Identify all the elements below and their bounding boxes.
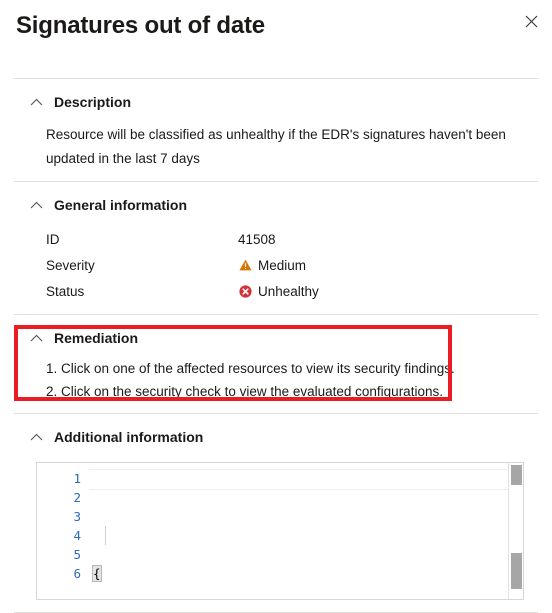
code-line-number-gutter: 1 2 3 4 5 6 [37,463,89,599]
info-value-id: 41508 [238,232,276,247]
scrollbar-thumb-top[interactable] [511,465,522,485]
info-value-status-text: Unhealthy [258,283,319,299]
code-line-1: { [92,564,523,583]
chevron-up-icon[interactable] [27,196,45,214]
general-information-grid: ID 41508 Severity Medium Status Unhealth… [46,220,524,314]
chevron-up-icon[interactable] [27,428,45,446]
panel-header: Signatures out of date [0,0,552,78]
section-body-description: Resource will be classified as unhealthy… [14,117,538,181]
info-value-severity-text: Medium [258,257,307,273]
info-row-status: Status Unhealthy [46,278,524,304]
remediation-step-2: 2. Click on the security check to view t… [46,384,443,399]
code-content[interactable]: { "assessedResourceType": "GeneralVulner… [89,463,523,599]
chevron-up-icon[interactable] [27,93,45,111]
section-additional-information: Additional information 1 2 3 4 5 6 { "as… [0,414,552,600]
line-number: 5 [73,547,81,562]
info-row-id: ID 41508 [46,226,524,252]
section-title-remediation: Remediation [54,330,139,346]
section-title-general-information: General information [54,197,188,213]
json-code-editor[interactable]: 1 2 3 4 5 6 { "assessedResourceType": "G… [36,462,524,600]
info-label-id: ID [46,231,60,247]
section-header-additional-information[interactable]: Additional information [14,414,538,452]
scrollbar-thumb-bottom[interactable] [511,553,522,589]
close-button[interactable] [516,6,546,36]
section-header-remediation[interactable]: Remediation [14,315,538,353]
remediation-steps: 1. Click on one of the affected resource… [46,353,524,413]
error-circle-icon [238,284,252,298]
line-number: 2 [73,490,81,505]
warning-triangle-icon [238,258,252,272]
info-label-severity: Severity [46,257,95,273]
line-number: 4 [73,528,81,543]
section-remediation: Remediation 1. Click on one of the affec… [0,315,552,413]
section-description: Description Resource will be classified … [0,79,552,181]
info-value-severity: Medium [238,258,306,273]
info-row-severity: Severity Medium [46,252,524,278]
remediation-step-1: 1. Click on one of the affected resource… [46,361,455,376]
section-general-information: General information ID 41508 Severity Me… [0,182,552,314]
section-header-description[interactable]: Description [14,79,538,117]
indent-guide [105,526,106,545]
description-text: Resource will be classified as unhealthy… [46,127,506,166]
section-title-additional-information: Additional information [54,429,204,445]
info-value-status: Unhealthy [238,284,319,299]
current-line-highlight [89,469,523,490]
info-value-id-text: 41508 [238,231,276,247]
section-header-general-information[interactable]: General information [14,182,538,220]
line-number: 6 [73,566,81,581]
line-number: 3 [73,509,81,524]
section-body-remediation: 1. Click on one of the affected resource… [14,353,538,413]
chevron-up-icon[interactable] [27,329,45,347]
page-title: Signatures out of date [16,12,265,39]
code-open-brace: { [92,565,102,582]
code-vertical-scrollbar[interactable] [508,463,523,599]
close-icon [525,15,538,28]
info-label-status: Status [46,283,85,299]
line-number: 1 [73,471,81,486]
section-title-description: Description [54,94,132,110]
section-body-general-information: ID 41508 Severity Medium Status Unhealth… [14,220,538,314]
